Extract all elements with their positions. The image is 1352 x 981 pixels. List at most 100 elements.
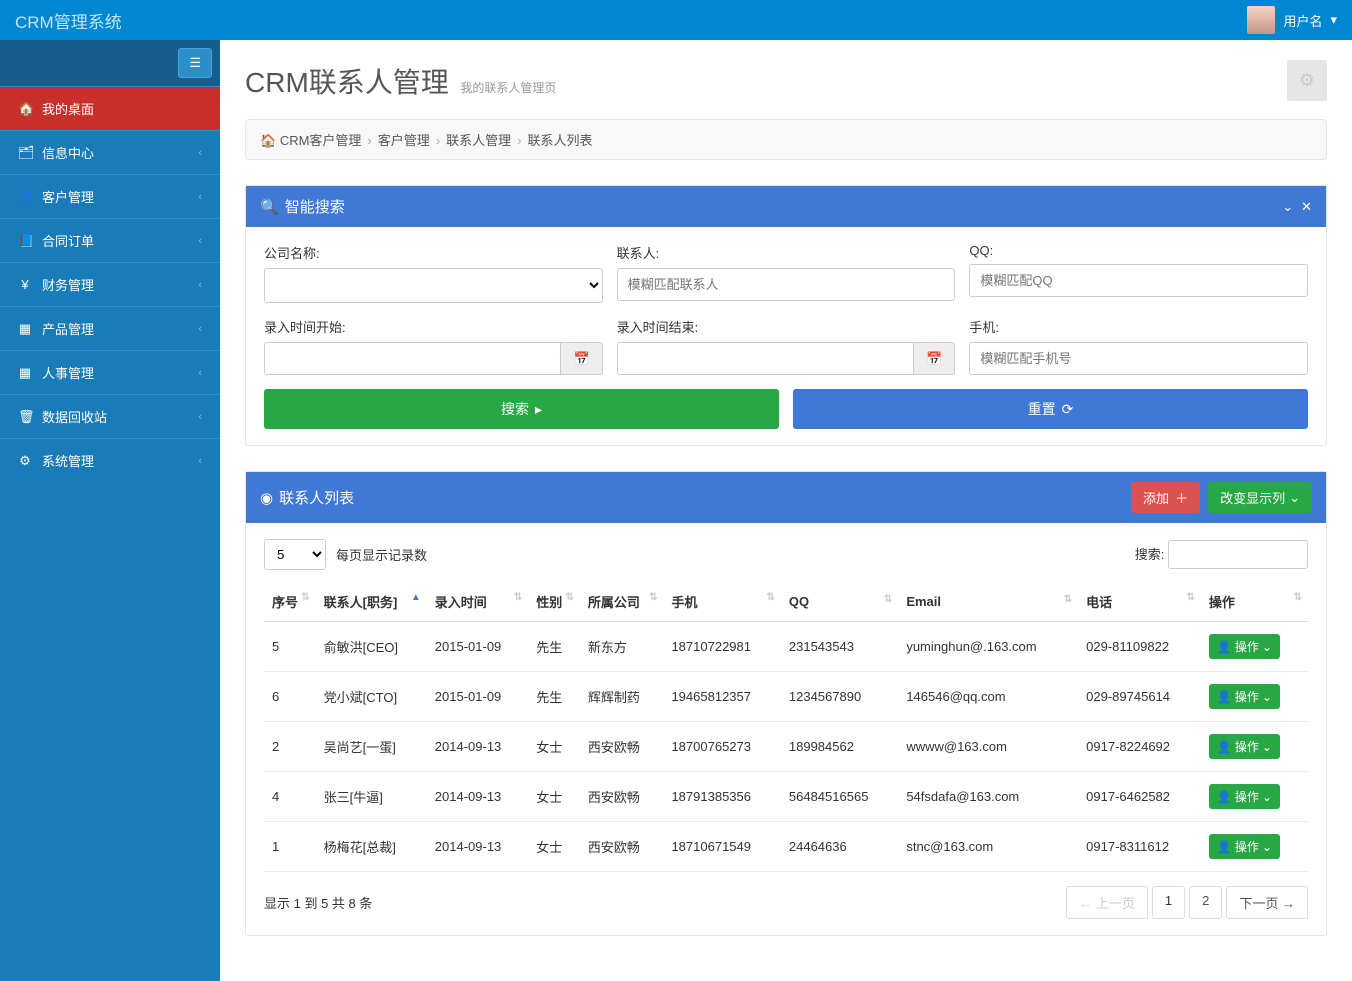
chevron-down-icon: ⌄	[1262, 840, 1272, 854]
chevron-left-icon: ‹	[198, 455, 202, 467]
table-header[interactable]: 手机	[663, 582, 780, 622]
nav-icon: 📘	[18, 233, 32, 249]
end-date-input[interactable]	[617, 342, 913, 375]
calendar-icon[interactable]: 📅	[560, 342, 602, 375]
chevron-left-icon: ‹	[198, 235, 202, 247]
row-action-button[interactable]: 👤操作⌄	[1209, 684, 1280, 709]
table-row: 2吴尚艺[一蛋]2014-09-13女士西安欧畅1870076527318998…	[264, 722, 1308, 772]
sidebar-item[interactable]: ¥ 财务管理 ‹	[0, 262, 220, 306]
row-action-button[interactable]: 👤操作⌄	[1209, 734, 1280, 759]
sidebar-item[interactable]: ▦产品管理‹	[0, 306, 220, 350]
breadcrumb-item[interactable]: 联系人管理	[446, 133, 511, 148]
sidebar-item[interactable]: ▦ 人事管理 ‹	[0, 350, 220, 394]
search-button[interactable]: 搜索 ▸	[264, 389, 779, 429]
table-row: 5俞敏洪[CEO]2015-01-09先生新东方1871072298123154…	[264, 622, 1308, 672]
avatar	[1247, 6, 1275, 34]
sidebar-item-label: 系统管理	[42, 451, 94, 470]
table-search-label: 搜索:	[1135, 547, 1165, 562]
breadcrumb-item[interactable]: CRM客户管理	[280, 133, 362, 148]
sidebar: ☰ 🏠我的桌面🗂信息中心‹👤客户管理‹📘合同订单‹¥财务管理‹▦产品管理‹▦人事…	[0, 40, 220, 981]
chevron-left-icon: ‹	[198, 279, 202, 291]
menu-collapse-button[interactable]: ☰	[178, 48, 212, 78]
add-button[interactable]: 添加 ＋	[1131, 482, 1200, 513]
table-row: 6党小斌[CTO]2015-01-09先生辉辉制药194658123571234…	[264, 672, 1308, 722]
sidebar-item-label: 信息中心	[42, 143, 94, 162]
sidebar-item-label: 我的桌面	[42, 99, 94, 118]
table-header[interactable]: 性别	[528, 582, 580, 622]
sidebar-item[interactable]: 🏠 我的桌面	[0, 86, 220, 130]
breadcrumb: 🏠 CRM客户管理›客户管理›联系人管理›联系人列表	[245, 119, 1327, 160]
qq-input[interactable]	[969, 264, 1308, 297]
home-icon: 🏠	[260, 133, 276, 148]
nav-icon: 🗂	[18, 145, 32, 161]
phone-input[interactable]	[969, 342, 1308, 375]
sidebar-item[interactable]: 👤客户管理‹	[0, 174, 220, 218]
reset-button[interactable]: 重置 ⟳	[793, 389, 1308, 429]
list-panel: ◉ 联系人列表 添加 ＋ 改变显示列 ⌄	[245, 471, 1327, 936]
content: CRM联系人管理 我的联系人管理页 ⚙ 🏠 CRM客户管理›客户管理›联系人管理…	[220, 40, 1352, 981]
table-header[interactable]: 序号	[264, 582, 316, 622]
sidebar-item-label: 产品管理	[42, 319, 94, 338]
end-date-label: 录入时间结束:	[617, 317, 956, 336]
sidebar-item[interactable]: 🗂 信息中心 ‹	[0, 130, 220, 174]
chevron-down-icon: ⌄	[1262, 790, 1272, 804]
chevron-left-icon: ‹	[198, 323, 202, 335]
table-header[interactable]: 操作	[1201, 582, 1308, 622]
next-page-button[interactable]: 下一页 →	[1226, 886, 1308, 919]
contact-input[interactable]	[617, 268, 956, 301]
sidebar-item[interactable]: 📘合同订单‹	[0, 218, 220, 262]
table-info: 显示 1 到 5 共 8 条	[264, 893, 372, 912]
page-1-button[interactable]: 1	[1152, 886, 1185, 919]
user-icon: 👤	[1217, 640, 1232, 654]
change-columns-button[interactable]: 改变显示列 ⌄	[1208, 482, 1312, 513]
start-date-label: 录入时间开始:	[264, 317, 603, 336]
nav-icon: ⚙	[18, 453, 32, 469]
company-label: 公司名称:	[264, 243, 603, 262]
close-icon[interactable]: ✕	[1301, 199, 1312, 215]
sidebar-item-label: 财务管理	[42, 275, 94, 294]
calendar-icon[interactable]: 📅	[913, 342, 955, 375]
refresh-icon: ⟳	[1062, 401, 1074, 418]
table-header[interactable]: 录入时间	[427, 582, 528, 622]
table-header[interactable]: QQ	[781, 582, 898, 622]
collapse-icon[interactable]: ⌄	[1282, 199, 1293, 215]
prev-page-button[interactable]: ← 上一页	[1066, 886, 1148, 919]
page-title: CRM联系人管理	[245, 67, 449, 98]
chevron-down-icon: ⌄	[1262, 690, 1272, 704]
sidebar-item[interactable]: 🗑数据回收站‹	[0, 394, 220, 438]
search-panel: 🔍 智能搜索 ⌄ ✕ 公司名称: 联系人:	[245, 185, 1327, 446]
table-header[interactable]: 电话	[1078, 582, 1201, 622]
app-title: CRM管理系统	[15, 8, 122, 33]
row-action-button[interactable]: 👤操作⌄	[1209, 634, 1280, 659]
chevron-down-icon: ⌄	[1262, 640, 1272, 654]
table-header[interactable]: 联系人[职务]	[316, 582, 427, 622]
sidebar-item[interactable]: ⚙ 系统管理 ‹	[0, 438, 220, 482]
chevron-left-icon: ‹	[198, 411, 202, 423]
arrow-right-icon: ▸	[535, 401, 542, 418]
chevron-down-icon: ▾	[1330, 12, 1337, 28]
row-action-button[interactable]: 👤操作⌄	[1209, 784, 1280, 809]
company-select[interactable]	[264, 268, 603, 303]
page-2-button[interactable]: 2	[1189, 886, 1222, 919]
table-header[interactable]: 所属公司	[580, 582, 664, 622]
contacts-table: 序号联系人[职务]录入时间性别所属公司手机QQEmail电话操作 5俞敏洪[CE…	[264, 582, 1308, 872]
chevron-left-icon: ‹	[198, 147, 202, 159]
nav-icon: ¥	[18, 277, 32, 292]
pagination: ← 上一页 1 2 下一页 →	[1066, 886, 1308, 919]
page-size-select[interactable]: 5	[264, 539, 326, 570]
user-menu[interactable]: 用户名 ▾	[1247, 6, 1337, 34]
settings-gear-button[interactable]: ⚙	[1287, 60, 1327, 101]
nav-icon: 🏠	[18, 101, 32, 117]
table-header[interactable]: Email	[898, 582, 1078, 622]
sidebar-item-label: 人事管理	[42, 363, 94, 382]
breadcrumb-item[interactable]: 客户管理	[378, 133, 430, 148]
breadcrumb-item: 联系人列表	[527, 133, 592, 148]
search-panel-title: 智能搜索	[285, 196, 345, 217]
nav-icon: ▦	[18, 365, 32, 381]
table-search-input[interactable]	[1168, 540, 1308, 569]
phone-label: 手机:	[969, 317, 1308, 336]
chevron-left-icon: ‹	[198, 367, 202, 379]
row-action-button[interactable]: 👤操作⌄	[1209, 834, 1280, 859]
start-date-input[interactable]	[264, 342, 560, 375]
search-icon: 🔍	[260, 198, 279, 216]
